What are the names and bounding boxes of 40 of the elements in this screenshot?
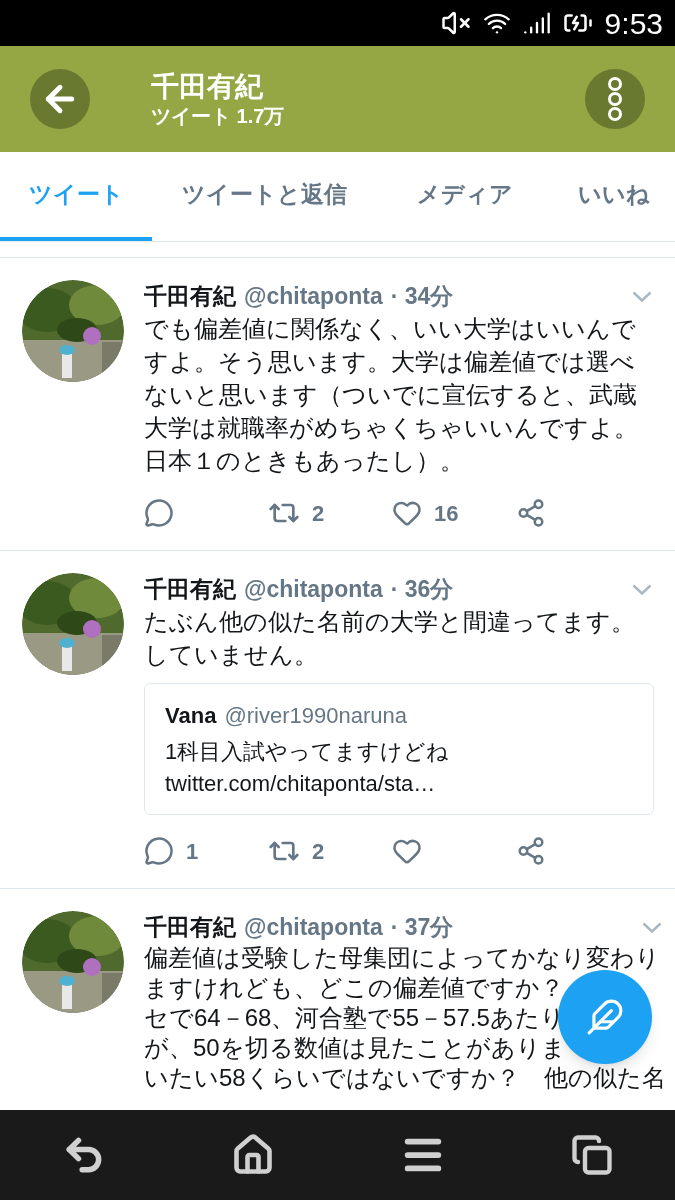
author-handle: @chitaponta bbox=[244, 912, 383, 942]
tweet-text-line: 偏差値は受験した母集団によってかなり変わり bbox=[144, 943, 660, 973]
author-name: 千田有紀 bbox=[144, 574, 236, 604]
quoted-author-handle: @river1990naruna bbox=[224, 701, 407, 730]
quoted-text: 1科目入試やってますけどね twitter.com/chitaponta/sta… bbox=[165, 738, 451, 798]
tweet-text: たぶん他の似た名前の大学と間違ってます。していません。 bbox=[144, 607, 636, 670]
tab[interactable]: いいね bbox=[552, 152, 675, 241]
tweet-time: · 36分 bbox=[390, 574, 454, 604]
profile-name: 千田有紀 bbox=[151, 70, 264, 104]
tweet-text-line: セで64－68、河合塾で55－57.5あたり bbox=[144, 1003, 565, 1033]
quoted-tweet[interactable]: Vana @river1990naruna 1科目入試やってますけどね twitter.com/chitaponta/sta… bbox=[144, 683, 654, 815]
retweet-count: 2 bbox=[312, 837, 325, 866]
more-icon bbox=[607, 77, 623, 121]
tab[interactable]: ツイートと返信 bbox=[152, 152, 377, 241]
tweet-time: · 34分 bbox=[390, 281, 454, 311]
tab[interactable]: ツイート bbox=[0, 152, 152, 241]
like-count: 16 bbox=[434, 499, 459, 528]
feather-icon bbox=[586, 998, 624, 1036]
quoted-author-name: Vana bbox=[165, 701, 217, 730]
recent-apps-icon[interactable] bbox=[570, 1134, 613, 1176]
tweet-text: でも偏差値に関係なく、いい大学はいいんですよ。そう思います。大学は偏差値では選べないと思います（ついでに宣伝すると、武蔵大学は就職率がめちゃくちゃいいんですよ。日本１のときもあったし）。 bbox=[144, 314, 639, 476]
reply-icon[interactable] bbox=[144, 498, 174, 528]
author-handle: @chitaponta bbox=[244, 281, 383, 311]
clock: 9:53 bbox=[604, 5, 663, 42]
author-name: 千田有紀 bbox=[144, 281, 236, 311]
author-handle: @chitaponta bbox=[244, 574, 383, 604]
tweet-text-line: が、50を切る数値は見たことがありま bbox=[144, 1033, 566, 1063]
reply-count: 1 bbox=[186, 837, 199, 866]
back-button[interactable] bbox=[30, 69, 90, 129]
reply-icon[interactable] bbox=[144, 836, 174, 866]
tweet-count: ツイート 1.7万 bbox=[151, 104, 286, 128]
share-icon[interactable] bbox=[516, 836, 546, 866]
tweet-text-line: ますけれども、どこの偏差値ですか？ bbox=[144, 973, 564, 1003]
tab[interactable]: メディア bbox=[377, 152, 552, 241]
retweet-count: 2 bbox=[312, 499, 325, 528]
tweet-text-line: いたい58くらいではないですか？ 他の似た名 bbox=[144, 1063, 666, 1093]
share-icon[interactable] bbox=[516, 498, 546, 528]
tweet-time: · 37分 bbox=[390, 912, 454, 942]
author-name: 千田有紀 bbox=[144, 912, 236, 942]
more-button[interactable] bbox=[585, 69, 645, 129]
